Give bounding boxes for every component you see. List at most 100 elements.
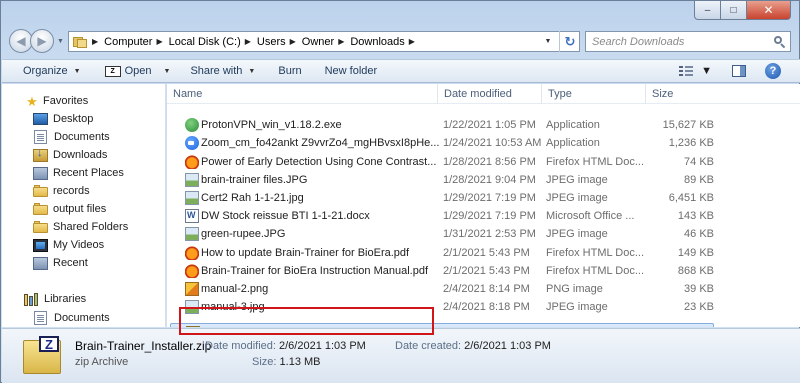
breadcrumb-users[interactable]: Users ▶ bbox=[257, 36, 302, 48]
star-icon: ★ bbox=[26, 93, 38, 109]
navigation-pane[interactable]: ★ Favorites Desktop Documents Downloads … bbox=[2, 84, 166, 327]
search-icon[interactable] bbox=[774, 36, 786, 49]
sidebar-libraries[interactable]: Libraries bbox=[24, 290, 86, 308]
share-with-button[interactable]: Share with ▼ bbox=[190, 60, 255, 82]
sidebar-item-documents[interactable]: Documents bbox=[34, 128, 110, 146]
zip-file-icon bbox=[186, 326, 200, 327]
file-row[interactable]: ProtonVPN_win_v1.18.2.exe 1/22/2021 1:05 … bbox=[170, 116, 714, 134]
breadcrumb-owner[interactable]: Owner ▶ bbox=[302, 36, 351, 48]
file-date: 1/31/2021 2:53 PM bbox=[443, 228, 536, 241]
file-size: 15,627 KB bbox=[662, 119, 714, 132]
views-icon bbox=[679, 66, 694, 76]
chevron-down-icon: ▼ bbox=[163, 67, 171, 75]
file-row[interactable]: How to update Brain-Trainer for BioEra.p… bbox=[170, 244, 714, 262]
recent-pages-dropdown-icon[interactable]: ▼ bbox=[57, 38, 64, 45]
downloads-icon bbox=[33, 147, 48, 162]
chevron-down-icon: ▼ bbox=[73, 67, 81, 75]
forward-button[interactable]: ▶ bbox=[30, 29, 54, 53]
breadcrumb-local-disk[interactable]: Local Disk (C:) ▶ bbox=[169, 36, 257, 48]
sidebar-favorites[interactable]: ★ Favorites bbox=[24, 92, 88, 110]
address-history-dropdown[interactable]: ▼ bbox=[539, 32, 557, 51]
new-folder-button[interactable]: New folder bbox=[325, 60, 378, 82]
burn-button[interactable]: Burn bbox=[278, 60, 301, 82]
file-size: 868 KB bbox=[677, 264, 714, 277]
refresh-icon: ↻ bbox=[564, 33, 576, 49]
file-date: 1/29/2021 7:19 PM bbox=[443, 210, 536, 223]
folder-location-icon bbox=[72, 35, 88, 49]
change-view-button[interactable]: ▼ bbox=[679, 65, 712, 77]
file-name: green-rupee.JPG bbox=[201, 228, 286, 241]
address-bar[interactable]: ▶ Computer ▶ Local Disk (C:) ▶ Users ▶ Owne… bbox=[68, 31, 580, 52]
file-row[interactable]: Power of Early Detection Using Cone Cont… bbox=[170, 153, 714, 171]
file-row[interactable]: manual-3.jpg 2/4/2021 8:18 PM JPEG image 23… bbox=[170, 298, 714, 316]
zip-app-icon: Z bbox=[104, 65, 121, 77]
maximize-button[interactable]: □ bbox=[721, 1, 747, 20]
documents-icon bbox=[34, 130, 47, 144]
file-list[interactable]: BraveBrowserSetup.exe1/22/2021 12:56 PMA… bbox=[167, 84, 800, 327]
jpg-file-icon bbox=[185, 300, 199, 315]
sidebar-item-shared-folders[interactable]: Shared Folders bbox=[33, 218, 128, 236]
recent-icon bbox=[33, 256, 48, 270]
help-icon: ? bbox=[765, 63, 781, 79]
file-name: manual-3.jpg bbox=[201, 301, 265, 314]
organize-button[interactable]: Organize ▼ bbox=[23, 60, 81, 82]
file-row[interactable]: Cert2 Rah 1-1-21.jpg 1/29/2021 7:19 PM JPE… bbox=[170, 189, 714, 207]
file-row[interactable]: manual-2.png 2/4/2021 8:14 PM PNG image 39 … bbox=[170, 280, 714, 298]
file-date: 1/28/2021 9:04 PM bbox=[443, 173, 536, 186]
chevron-down-icon: ▼ bbox=[248, 67, 256, 75]
file-size: 89 KB bbox=[684, 173, 714, 186]
file-type: Firefox HTML Doc... bbox=[546, 246, 644, 259]
sidebar-item-recent[interactable]: Recent bbox=[33, 254, 88, 272]
sidebar-item-output-files[interactable]: output files bbox=[33, 200, 106, 218]
file-row[interactable]: Brain-Trainer_Installer.zip2/6/2021 1:03… bbox=[170, 323, 714, 327]
file-name: Zoom_cm_fo42ankt Z9vvrZo4_mgHBvsxI8pHe..… bbox=[201, 137, 440, 150]
file-date: 2/1/2021 5:43 PM bbox=[443, 264, 530, 277]
search-input[interactable] bbox=[592, 35, 772, 48]
videos-icon bbox=[33, 238, 48, 252]
column-headers: Name Date modified Type Size bbox=[167, 84, 800, 104]
sidebar-item-records[interactable]: records bbox=[33, 182, 90, 200]
file-row[interactable]: DW Stock reissue BTI 1-1-21.docx 1/29/202… bbox=[170, 207, 714, 225]
breadcrumb-separator-icon[interactable]: ▶ bbox=[92, 37, 98, 46]
file-type: Application bbox=[546, 119, 600, 132]
folder-icon bbox=[33, 221, 48, 233]
breadcrumb-separator-icon[interactable]: ▶ bbox=[156, 37, 162, 46]
file-row[interactable]: brain-trainer files.JPG 1/28/2021 9:04 PM… bbox=[170, 171, 714, 189]
sidebar-item-recent-places[interactable]: Recent Places bbox=[33, 164, 124, 182]
file-row[interactable]: green-rupee.JPG 1/31/2021 2:53 PM JPEG ima… bbox=[170, 225, 714, 243]
breadcrumb-separator-icon[interactable]: ▶ bbox=[245, 37, 251, 46]
refresh-button[interactable]: ↻ bbox=[559, 31, 580, 52]
file-size: 46 KB bbox=[684, 228, 714, 241]
preview-pane-button[interactable] bbox=[732, 65, 746, 77]
command-bar: Organize ▼ Z Open ▼ Share with ▼ Burn New f… bbox=[2, 59, 800, 83]
details-file-name: Brain-Trainer_Installer.zip bbox=[75, 339, 212, 353]
file-row[interactable]: Zoom_cm_fo42ankt Z9vvrZo4_mgHBvsxI8pHe..… bbox=[170, 134, 714, 152]
pdf-file-icon bbox=[185, 263, 199, 278]
sidebar-item-desktop[interactable]: Desktop bbox=[33, 110, 93, 128]
breadcrumb-downloads[interactable]: Downloads ▶ bbox=[350, 36, 421, 48]
close-button[interactable]: ✕ bbox=[747, 1, 791, 20]
breadcrumb-separator-icon[interactable]: ▶ bbox=[409, 37, 415, 46]
file-row[interactable]: Brain-Trainer for BioEra Instruction Man… bbox=[170, 262, 714, 280]
folder-icon bbox=[33, 185, 48, 197]
column-header-size[interactable]: Size bbox=[645, 84, 715, 104]
file-type: JPEG image bbox=[546, 173, 608, 186]
minimize-button[interactable]: – bbox=[694, 1, 721, 20]
navigation-buttons: ◀ ▶ ▼ bbox=[9, 29, 64, 53]
sidebar-item-my-videos[interactable]: My Videos bbox=[33, 236, 104, 254]
breadcrumb-computer[interactable]: Computer ▶ bbox=[104, 36, 168, 48]
file-name: Cert2 Rah 1-1-21.jpg bbox=[201, 192, 304, 204]
chevron-down-icon: ▼ bbox=[701, 65, 712, 77]
open-button[interactable]: Z Open bbox=[104, 60, 152, 82]
search-box[interactable] bbox=[585, 31, 791, 52]
column-header-date[interactable]: Date modified bbox=[437, 84, 541, 104]
sidebar-item-library-documents[interactable]: Documents bbox=[34, 309, 110, 327]
breadcrumb-separator-icon[interactable]: ▶ bbox=[338, 37, 344, 46]
help-button[interactable]: ? bbox=[765, 63, 781, 79]
sidebar-item-downloads[interactable]: Downloads bbox=[33, 146, 107, 164]
file-type: zip Archive bbox=[547, 324, 651, 327]
column-header-name[interactable]: Name bbox=[167, 84, 442, 104]
column-header-type[interactable]: Type bbox=[541, 84, 645, 104]
breadcrumb-separator-icon[interactable]: ▶ bbox=[290, 37, 296, 46]
open-dropdown-button[interactable]: ▼ bbox=[158, 60, 171, 82]
